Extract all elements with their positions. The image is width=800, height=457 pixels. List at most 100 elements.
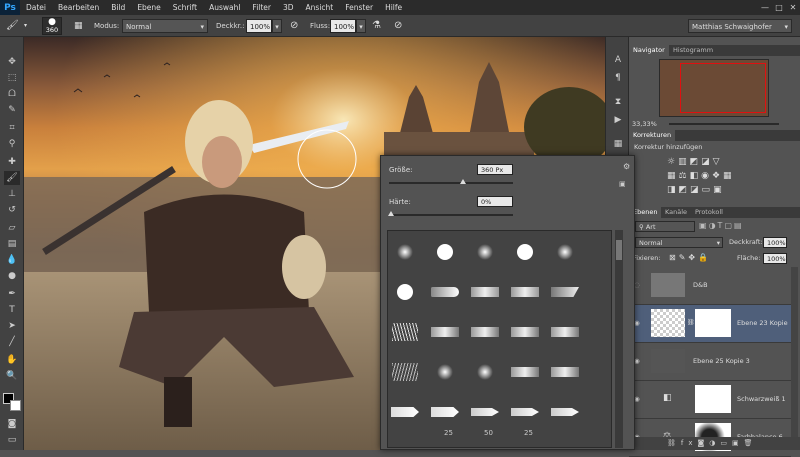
layers-scrollbar[interactable] xyxy=(791,267,798,437)
menu-fenster[interactable]: Fenster xyxy=(339,0,379,15)
healing-tool-icon[interactable]: ✚ xyxy=(4,155,20,169)
shape-tool-icon[interactable]: ╱ xyxy=(4,335,20,349)
hardness-slider-track[interactable] xyxy=(388,211,513,216)
layer-row[interactable]: ◌ D&B xyxy=(629,267,791,305)
history-panel-icon[interactable]: ⧗ xyxy=(610,95,626,109)
brush-tip-preset[interactable] xyxy=(548,355,582,389)
posterize-icon[interactable]: ◩ xyxy=(679,185,691,195)
brush-tool-icon[interactable]: 🖌 xyxy=(4,171,20,185)
brush-hard-round[interactable] xyxy=(388,275,422,309)
menu-ansicht[interactable]: Ansicht xyxy=(300,0,340,15)
brush-tip-preset[interactable] xyxy=(508,315,542,349)
selective-color-icon[interactable]: ▣ xyxy=(713,185,725,195)
opacity-field[interactable]: 100% xyxy=(246,19,272,33)
mode-select[interactable]: Normal ▾ xyxy=(122,19,208,33)
photo-filter-icon[interactable]: ◉ xyxy=(701,171,712,181)
blend-mode-select[interactable]: Normal ▾ xyxy=(635,237,723,248)
flow-field[interactable]: 100% xyxy=(330,19,356,33)
tab-protocol[interactable]: Protokoll xyxy=(691,207,727,218)
menu-ebene[interactable]: Ebene xyxy=(131,0,166,15)
brush-fan-preset[interactable] xyxy=(388,315,422,349)
brush-tip-preset[interactable] xyxy=(428,315,462,349)
exposure-icon[interactable]: ◪ xyxy=(701,157,713,167)
size-slider-track[interactable] xyxy=(389,179,513,184)
minimize-icon[interactable]: — xyxy=(758,0,772,15)
navigator-zoom-slider[interactable] xyxy=(669,123,779,125)
crop-tool-icon[interactable]: ⌗ xyxy=(4,121,20,135)
brush-soft-round[interactable] xyxy=(468,355,502,389)
navigator-view-box[interactable] xyxy=(680,63,766,113)
menu-datei[interactable]: Datei xyxy=(20,0,52,15)
lock-all-icon[interactable]: 🔒 xyxy=(698,253,711,262)
new-layer-icon[interactable]: ▣ xyxy=(732,439,744,447)
invert-icon[interactable]: ◨ xyxy=(667,185,679,195)
menu-hilfe[interactable]: Hilfe xyxy=(379,0,408,15)
brush-hard-round[interactable] xyxy=(508,235,542,269)
vibrance-icon[interactable]: ▽ xyxy=(713,157,723,167)
hand-tool-icon[interactable]: ✋ xyxy=(4,353,20,367)
channel-mixer-icon[interactable]: ❖ xyxy=(712,171,723,181)
brush-tip-preset[interactable] xyxy=(468,275,502,309)
paragraph-panel-icon[interactable]: ¶ xyxy=(610,71,626,85)
brush-tip-preset[interactable] xyxy=(548,315,582,349)
brush-grid-scrollbar[interactable] xyxy=(615,230,623,448)
brush-pencil-preset[interactable] xyxy=(428,395,462,429)
brush-soft-round[interactable] xyxy=(468,235,502,269)
type-tool-icon[interactable]: T xyxy=(4,303,20,317)
new-adjustment-icon[interactable]: ◑ xyxy=(709,439,720,447)
blur-tool-icon[interactable]: 💧 xyxy=(4,253,20,267)
brush-panel-icon[interactable]: ▦ xyxy=(74,19,88,33)
screen-mode-icon[interactable]: ▭ xyxy=(4,433,20,447)
quick-select-tool-icon[interactable]: ✎ xyxy=(4,103,20,117)
brush-pencil-preset[interactable] xyxy=(548,395,582,429)
tab-navigator[interactable]: Navigator xyxy=(629,45,669,56)
brush-preset-picker[interactable]: ● 360 xyxy=(42,17,62,35)
filter-pixel-icon[interactable]: ▣ xyxy=(699,221,709,230)
layer-filter-select[interactable]: ⚲ Art xyxy=(635,221,695,232)
brush-tip-preset[interactable] xyxy=(508,275,542,309)
gear-icon[interactable]: ⚙ xyxy=(623,162,630,171)
hardness-slider-thumb[interactable] xyxy=(388,211,394,216)
workspace-select[interactable]: Matthias Schwaighofer ▾ xyxy=(688,19,792,33)
brightness-icon[interactable]: ☼ xyxy=(667,157,678,167)
brush-fan-preset[interactable] xyxy=(388,355,422,389)
marquee-tool-icon[interactable]: ⬚ xyxy=(4,71,20,85)
pressure-size-icon[interactable]: ⊘ xyxy=(394,19,402,33)
brush-tool-icon[interactable]: 🖌 xyxy=(6,19,22,33)
eyedropper-tool-icon[interactable]: ⚲ xyxy=(4,137,20,151)
fill-field[interactable]: 100% xyxy=(763,253,787,264)
gradient-tool-icon[interactable]: ▤ xyxy=(4,237,20,251)
filter-smart-icon[interactable]: ▤ xyxy=(734,221,744,230)
size-field[interactable]: 360 Px xyxy=(477,164,513,175)
brush-tip-preset[interactable] xyxy=(468,315,502,349)
layer-row[interactable]: ◉ ◧ Schwarzweiß 1 xyxy=(629,381,791,419)
pen-tool-icon[interactable]: ✒ xyxy=(4,287,20,301)
menu-bild[interactable]: Bild xyxy=(105,0,131,15)
stamp-tool-icon[interactable]: ⊥ xyxy=(4,187,20,201)
trash-icon[interactable]: 🗑 xyxy=(744,439,758,447)
tab-channels[interactable]: Kanäle xyxy=(661,207,691,218)
close-icon[interactable]: ✕ xyxy=(786,0,800,15)
lock-brush-icon[interactable]: ✎ xyxy=(679,253,689,262)
brush-tip-preset[interactable] xyxy=(548,275,582,309)
navigator-zoom[interactable]: 33,33% xyxy=(632,120,657,128)
gradient-map-icon[interactable]: ▭ xyxy=(702,185,714,195)
levels-icon[interactable]: ▥ xyxy=(678,157,690,167)
navigator-thumbnail[interactable] xyxy=(659,59,769,117)
menu-filter[interactable]: Filter xyxy=(246,0,277,15)
airbrush-icon[interactable]: ⚗ xyxy=(372,19,381,33)
move-tool-icon[interactable]: ✥ xyxy=(4,55,20,69)
brush-tip-preset[interactable] xyxy=(508,355,542,389)
threshold-icon[interactable]: ◪ xyxy=(690,185,702,195)
menu-3d[interactable]: 3D xyxy=(277,0,300,15)
brush-pencil-preset[interactable] xyxy=(508,395,542,429)
lookup-icon[interactable]: ▦ xyxy=(723,171,735,181)
brush-soft-round[interactable] xyxy=(388,235,422,269)
hue-icon[interactable]: ▦ xyxy=(667,171,679,181)
scroll-thumb[interactable] xyxy=(616,240,622,260)
history-brush-tool-icon[interactable]: ↺ xyxy=(4,203,20,217)
character-panel-icon[interactable]: A xyxy=(610,53,626,67)
menu-bearbeiten[interactable]: Bearbeiten xyxy=(52,0,105,15)
brush-pencil-preset[interactable] xyxy=(388,395,422,429)
lock-pixels-icon[interactable]: ⊠ xyxy=(669,253,679,262)
